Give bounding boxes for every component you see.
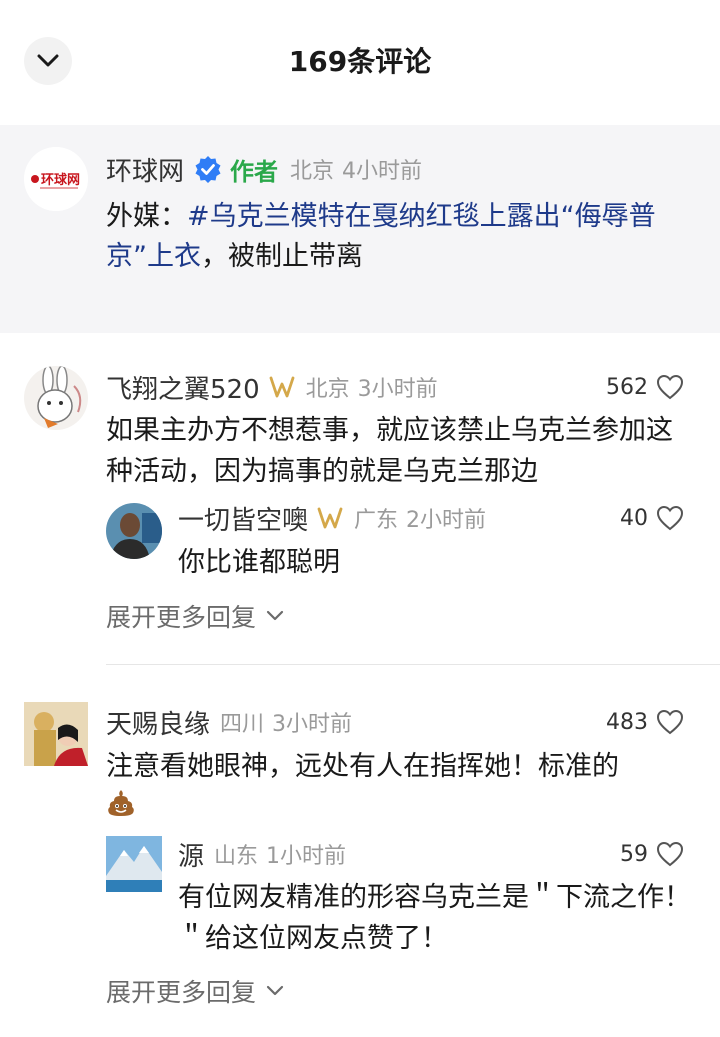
post-text-suffix: ，被制止带离: [201, 241, 363, 272]
verified-badge-icon: [195, 156, 221, 183]
post-author-name[interactable]: 环球网: [106, 151, 184, 188]
comment-text: 注意看她眼神，远处有人在指挥她！标准的: [106, 746, 702, 829]
reply-like-button[interactable]: 59: [620, 836, 684, 872]
reply-meta: 一切皆空噢 广东 2小时前: [178, 500, 486, 536]
reply-author-name[interactable]: 一切皆空噢: [178, 500, 308, 537]
heart-icon: [656, 841, 684, 867]
reply-time: 1小时前: [266, 844, 347, 869]
comment-meta: 天赐良缘 四川 3小时前: [106, 704, 352, 740]
comment-count-title: 169条评论: [288, 45, 432, 78]
like-button[interactable]: 562: [606, 369, 684, 405]
reply-time: 2小时前: [406, 508, 487, 533]
reply-text: 有位网友精准的形容乌克兰是＂下流之作！＂给这位网友点赞了！: [178, 882, 691, 954]
original-post[interactable]: 环球网 环球网 作者 北京 4小时前 外媒：#乌克兰模特在戛纳红毯上露出“侮辱普…: [0, 125, 720, 333]
comment-meta: 飞翔之翼520 北京 3小时前: [106, 369, 438, 405]
reply-like-count: 40: [620, 505, 648, 531]
like-button[interactable]: 483: [606, 704, 684, 740]
reply-avatar[interactable]: [106, 503, 162, 559]
comment-time: 3小时前: [357, 377, 438, 402]
commenter-avatar[interactable]: [24, 702, 88, 766]
expand-label: 展开更多回复: [106, 603, 257, 632]
comment-text-body: 注意看她眼神，远处有人在指挥她！标准的: [106, 751, 619, 782]
author-tag: 作者: [230, 157, 279, 186]
reply-text: 你比谁都聪明: [178, 547, 340, 578]
commenter-avatar[interactable]: [24, 366, 88, 430]
huanqiu-logo-icon: 环球网: [24, 147, 88, 211]
commenter-name[interactable]: 天赐良缘: [106, 704, 210, 741]
chevron-down-icon: [266, 610, 284, 621]
svg-text:环球网: 环球网: [41, 172, 80, 188]
reply-location: 山东: [214, 844, 259, 869]
chevron-down-icon: [266, 985, 284, 996]
post-text: 外媒：#乌克兰模特在戛纳红毯上露出“侮辱普京”上衣，被制止带离: [106, 197, 706, 277]
heart-icon: [656, 374, 684, 400]
like-count: 483: [606, 709, 648, 735]
poo-emoji-icon: [108, 790, 134, 816]
comment-time: 3小时前: [272, 712, 353, 737]
cartoon-rabbit-avatar-icon: [24, 366, 88, 430]
person-photo-avatar-icon: [106, 503, 162, 559]
comments-header: 169条评论: [0, 0, 720, 120]
reply-avatar[interactable]: [106, 836, 162, 892]
commenter-name[interactable]: 飞翔之翼520: [106, 369, 260, 406]
comment-location: 北京: [305, 377, 350, 402]
post-hashtag[interactable]: #乌克兰模特在戛纳红毯上露出“侮辱普京”上衣: [106, 201, 656, 272]
post-time: 4小时前: [342, 159, 423, 184]
heart-icon: [656, 505, 684, 531]
post-location: 北京: [290, 159, 335, 184]
post-meta: 环球网 作者 北京 4小时前: [106, 151, 422, 187]
reply-like-button[interactable]: 40: [620, 500, 684, 536]
comment-divider: [106, 664, 720, 665]
post-text-prefix: 外媒：: [106, 201, 187, 232]
reply-meta: 源 山东 1小时前: [178, 836, 346, 872]
couple-photo-avatar-icon: [24, 702, 88, 766]
reply-like-count: 59: [620, 841, 648, 867]
comment-location: 四川: [220, 712, 265, 737]
expand-label: 展开更多回复: [106, 978, 257, 1007]
reply-author-name[interactable]: 源: [178, 836, 204, 873]
comment-text: 如果主办方不想惹事，就应该禁止乌克兰参加这种活动，因为搞事的就是乌克兰那边: [106, 415, 673, 487]
expand-more-replies-button[interactable]: 展开更多回复: [106, 973, 284, 1009]
like-count: 562: [606, 374, 648, 400]
reply-location: 广东: [354, 508, 399, 533]
heart-icon: [656, 709, 684, 735]
mountain-landscape-avatar-icon: [106, 836, 162, 892]
post-author-avatar[interactable]: 环球网: [24, 147, 88, 211]
gold-fan-badge-icon: [317, 507, 343, 529]
gold-fan-badge-icon: [269, 376, 295, 398]
expand-more-replies-button[interactable]: 展开更多回复: [106, 598, 284, 634]
